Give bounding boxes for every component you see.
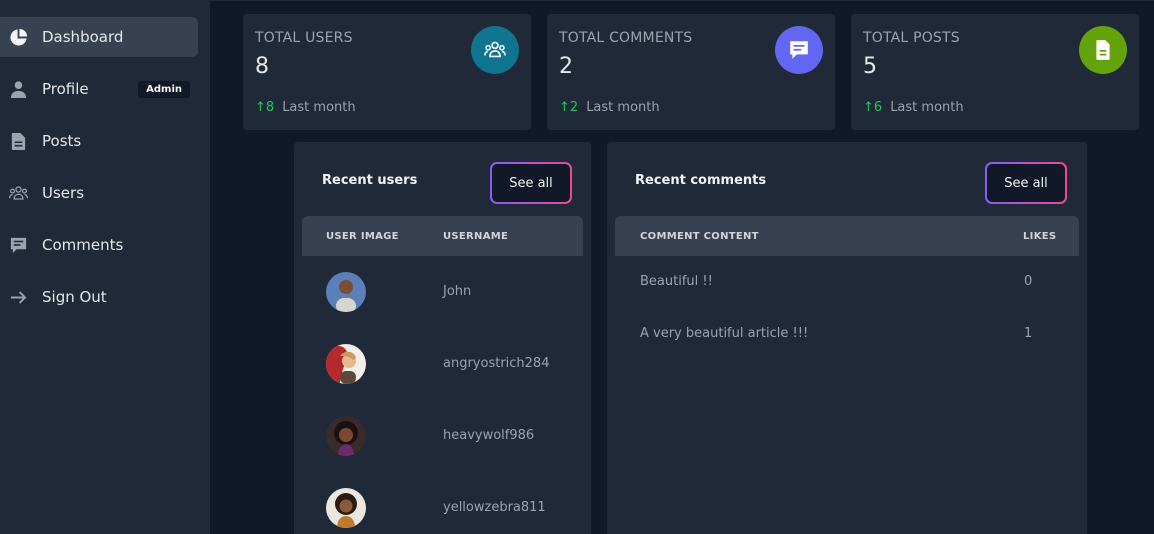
avatar xyxy=(326,344,366,384)
users-icon xyxy=(8,183,28,203)
stat-trend: ↑6 Last month xyxy=(863,100,964,115)
sidebar-item-label: Comments xyxy=(42,236,124,254)
panel-title: Recent users xyxy=(322,173,418,188)
document-icon xyxy=(8,131,28,151)
document-icon xyxy=(1079,26,1127,74)
trend-up-icon: ↑8 xyxy=(255,100,275,115)
sidebar-item-label: Posts xyxy=(42,132,82,150)
stat-trend: ↑2 Last month xyxy=(559,100,660,115)
avatar xyxy=(326,272,366,312)
trend-label: Last month xyxy=(586,100,660,115)
sidebar-item-label: Dashboard xyxy=(42,28,124,46)
sidebar-item-label: Sign Out xyxy=(42,288,107,306)
trend-label: Last month xyxy=(890,100,964,115)
stat-value: 8 xyxy=(255,54,269,79)
table-row-likes: 0 xyxy=(1024,274,1033,289)
table-row-likes: 1 xyxy=(1024,326,1033,341)
sidebar-item-posts[interactable]: Posts xyxy=(0,121,198,161)
stat-value: 2 xyxy=(559,54,573,79)
column-header: USER IMAGE xyxy=(326,231,399,242)
column-header: USERNAME xyxy=(443,231,509,242)
stat-card-comments: TOTAL COMMENTS 2 ↑2 Last month xyxy=(547,14,835,130)
sidebar-item-profile[interactable]: Profile Admin xyxy=(0,69,198,109)
sidebar-item-label: Profile xyxy=(42,80,89,98)
admin-badge: Admin xyxy=(138,81,190,98)
see-all-comments-button[interactable]: See all xyxy=(985,162,1067,204)
stat-trend: ↑8 Last month xyxy=(255,100,356,115)
sidebar-item-comments[interactable]: Comments xyxy=(0,225,198,265)
sidebar-item-dashboard[interactable]: Dashboard xyxy=(0,17,198,57)
comment-icon xyxy=(8,235,28,255)
comments-table-header: COMMENT CONTENT LIKES xyxy=(615,216,1079,256)
table-row-username: yellowzebra811 xyxy=(443,500,546,515)
user-icon xyxy=(8,79,28,99)
stat-card-users: TOTAL USERS 8 ↑8 Last month xyxy=(243,14,531,130)
stat-title: TOTAL POSTS xyxy=(863,30,960,46)
table-row-username: heavywolf986 xyxy=(443,428,535,443)
users-group-icon xyxy=(471,26,519,74)
see-all-users-button[interactable]: See all xyxy=(490,162,572,204)
table-row-username: John xyxy=(443,284,472,299)
panel-title: Recent comments xyxy=(635,173,767,188)
stat-value: 5 xyxy=(863,54,877,79)
trend-value: 2 xyxy=(569,100,579,115)
trend-up-icon: ↑2 xyxy=(559,100,579,115)
sidebar-item-sign-out[interactable]: Sign Out xyxy=(0,277,198,317)
pie-chart-icon xyxy=(8,27,28,47)
stat-title: TOTAL USERS xyxy=(255,30,353,46)
table-row-comment: Beautiful !! xyxy=(640,274,713,289)
recent-comments-panel: Recent comments See all COMMENT CONTENT … xyxy=(607,142,1087,534)
column-header: LIKES xyxy=(1023,231,1057,242)
stat-card-posts: TOTAL POSTS 5 ↑6 Last month xyxy=(851,14,1139,130)
recent-users-panel: Recent users See all USER IMAGE USERNAME… xyxy=(294,142,591,534)
table-row-username: angryostrich284 xyxy=(443,356,550,371)
trend-value: 8 xyxy=(265,100,275,115)
main-content: TOTAL USERS 8 ↑8 Last month TOTAL COMMEN… xyxy=(210,0,1154,534)
chat-icon xyxy=(775,26,823,74)
stat-title: TOTAL COMMENTS xyxy=(559,30,693,46)
table-row-comment: A very beautiful article !!! xyxy=(640,326,809,341)
sidebar-item-users[interactable]: Users xyxy=(0,173,198,213)
avatar xyxy=(326,488,366,528)
avatar xyxy=(326,416,366,456)
column-header: COMMENT CONTENT xyxy=(640,231,759,242)
trend-value: 6 xyxy=(873,100,883,115)
trend-label: Last month xyxy=(282,100,356,115)
sidebar-item-label: Users xyxy=(42,184,85,202)
sidebar: Dashboard Profile Admin Posts Users Comm… xyxy=(0,0,210,534)
users-table-header: USER IMAGE USERNAME xyxy=(302,216,583,256)
arrow-right-icon xyxy=(8,287,28,307)
trend-up-icon: ↑6 xyxy=(863,100,883,115)
